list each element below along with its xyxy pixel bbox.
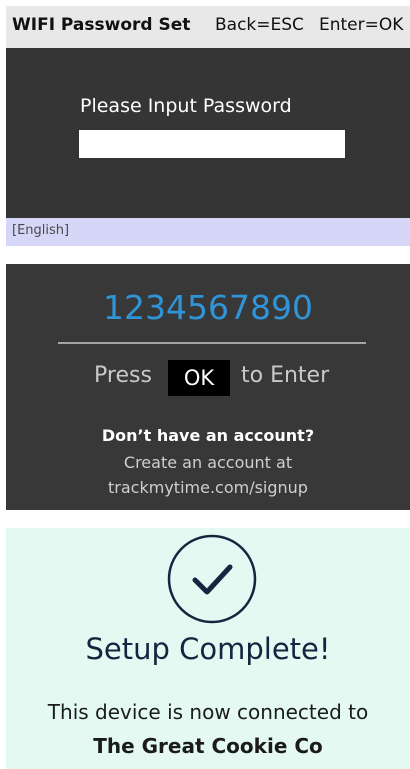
code-divider: [58, 342, 366, 344]
setup-complete-title: Setup Complete!: [85, 632, 331, 666]
wifi-password-panel: WIFI Password Set Back=ESC Enter=OK Plea…: [6, 6, 410, 246]
account-question: Don’t have an account?: [101, 426, 315, 445]
ok-button[interactable]: OK: [168, 360, 230, 396]
enter-ok-hint[interactable]: Enter=OK: [319, 15, 403, 35]
wifi-header-bar: WIFI Password Set Back=ESC Enter=OK: [6, 6, 410, 48]
wifi-title: WIFI Password Set: [12, 15, 191, 35]
password-prompt: Please Input Password: [80, 95, 292, 117]
pairing-code: 1234567890: [103, 288, 313, 327]
pairing-code-panel: 1234567890 Press OK to Enter Don’t have …: [6, 264, 410, 510]
company-name: The Great Cookie Co: [93, 734, 323, 758]
connected-description: This device is now connected to: [47, 700, 369, 724]
password-input[interactable]: [79, 130, 345, 158]
to-enter-text: to Enter: [241, 363, 330, 388]
back-esc-hint[interactable]: Back=ESC: [215, 15, 304, 35]
signup-link[interactable]: trackmytime.com/signup: [6, 478, 410, 497]
language-bar[interactable]: [English]: [6, 218, 410, 246]
checkmark-icon: [167, 534, 257, 624]
language-selector[interactable]: [English]: [12, 223, 69, 238]
press-text: Press: [94, 363, 152, 388]
setup-complete-panel: Setup Complete! This device is now conne…: [6, 528, 410, 769]
create-account-text: Create an account at: [123, 453, 293, 472]
